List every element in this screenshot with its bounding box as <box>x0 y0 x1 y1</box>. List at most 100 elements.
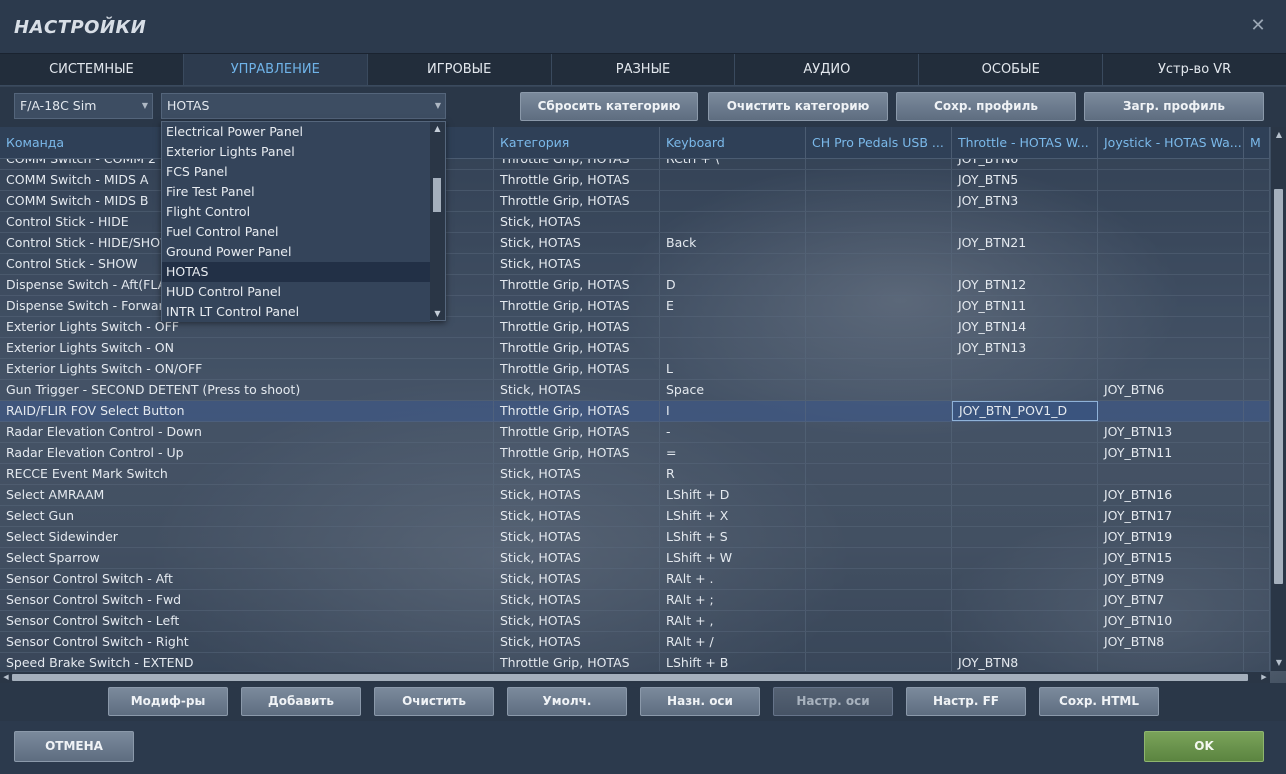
table-cell[interactable] <box>1244 380 1270 400</box>
grid-vertical-scrollbar[interactable]: ▲ ▼ <box>1270 127 1286 671</box>
table-cell[interactable] <box>1244 527 1270 547</box>
table-cell[interactable]: Stick, HOTAS <box>494 590 660 610</box>
table-cell[interactable]: LShift + X <box>660 506 806 526</box>
tab-5[interactable]: ОСОБЫЕ <box>919 54 1104 85</box>
table-cell[interactable]: RAlt + . <box>660 569 806 589</box>
action-button-0[interactable]: Модиф-ры <box>108 687 228 716</box>
action-button-4[interactable]: Назн. оси <box>640 687 760 716</box>
category-select[interactable]: HOTAS ▼ <box>161 93 446 119</box>
table-row[interactable]: RAID/FLIR FOV Select Button Throttle Grip… <box>0 401 1270 422</box>
table-cell[interactable] <box>806 569 952 589</box>
table-cell[interactable]: Stick, HOTAS <box>494 464 660 484</box>
table-cell[interactable] <box>806 485 952 505</box>
grid-horizontal-scrollbar[interactable]: ◀ ▶ <box>0 671 1270 683</box>
table-cell[interactable] <box>1244 611 1270 631</box>
table-cell[interactable] <box>1098 191 1244 211</box>
column-header[interactable]: Keyboard <box>660 127 806 159</box>
table-cell[interactable]: JOY_BTN13 <box>952 338 1098 358</box>
table-cell[interactable] <box>952 548 1098 568</box>
table-cell[interactable]: Stick, HOTAS <box>494 485 660 505</box>
column-header[interactable]: CH Pro Pedals USB ... <box>806 127 952 159</box>
table-cell[interactable] <box>1244 254 1270 274</box>
table-cell[interactable] <box>952 590 1098 610</box>
table-cell[interactable] <box>660 338 806 358</box>
tab-3[interactable]: РАЗНЫЕ <box>551 54 736 85</box>
table-cell[interactable] <box>806 359 952 379</box>
table-cell[interactable] <box>660 254 806 274</box>
dropdown-scrollbar[interactable]: ▲ ▼ <box>430 122 445 320</box>
table-cell[interactable] <box>1098 159 1244 169</box>
table-cell[interactable]: Stick, HOTAS <box>494 548 660 568</box>
tab-0[interactable]: СИСТЕМНЫЕ <box>0 54 184 85</box>
table-cell[interactable] <box>806 422 952 442</box>
scroll-down-icon[interactable]: ▼ <box>432 308 443 319</box>
aircraft-select[interactable]: F/A-18C Sim ▼ <box>14 93 153 119</box>
table-cell[interactable]: Throttle Grip, HOTAS <box>494 359 660 379</box>
table-cell[interactable]: Stick, HOTAS <box>494 212 660 232</box>
table-cell[interactable] <box>1244 170 1270 190</box>
table-row[interactable]: Select Sidewinder Stick, HOTAS LShift + S J… <box>0 527 1270 548</box>
table-cell[interactable]: JOY_BTN17 <box>1098 506 1244 526</box>
tab-2[interactable]: ИГРОВЫЕ <box>367 54 552 85</box>
table-cell[interactable] <box>1244 632 1270 652</box>
table-cell[interactable] <box>1098 338 1244 358</box>
table-cell[interactable]: Stick, HOTAS <box>494 632 660 652</box>
table-cell[interactable]: Stick, HOTAS <box>494 527 660 547</box>
action-button-3[interactable]: Умолч. <box>507 687 627 716</box>
table-cell[interactable] <box>806 443 952 463</box>
reset-category-button[interactable]: Сбросить категорию <box>520 92 698 121</box>
table-cell[interactable]: JOY_BTN16 <box>1098 485 1244 505</box>
dropdown-option[interactable]: HUD Control Panel <box>162 282 430 302</box>
table-cell[interactable] <box>1244 653 1270 671</box>
table-cell[interactable] <box>952 506 1098 526</box>
table-cell[interactable]: = <box>660 443 806 463</box>
table-cell[interactable] <box>1244 569 1270 589</box>
table-cell[interactable] <box>806 527 952 547</box>
table-cell[interactable] <box>1244 275 1270 295</box>
table-cell[interactable]: L <box>660 359 806 379</box>
table-cell[interactable]: RAlt + , <box>660 611 806 631</box>
action-button-7[interactable]: Сохр. HTML <box>1039 687 1159 716</box>
action-button-6[interactable]: Настр. FF <box>906 687 1026 716</box>
table-cell[interactable]: JOY_BTN6 <box>952 159 1098 169</box>
ok-button[interactable]: OK <box>1144 731 1264 762</box>
table-cell[interactable]: Throttle Grip, HOTAS <box>494 338 660 358</box>
table-row[interactable]: Radar Elevation Control - Down Throttle G… <box>0 422 1270 443</box>
dropdown-option[interactable]: Flight Control <box>162 202 430 222</box>
table-cell[interactable]: RAlt + / <box>660 632 806 652</box>
table-cell[interactable] <box>1098 401 1244 421</box>
cancel-button[interactable]: ОТМЕНА <box>14 731 134 762</box>
table-cell[interactable]: Throttle Grip, HOTAS <box>494 401 660 421</box>
table-cell[interactable] <box>806 590 952 610</box>
dropdown-option[interactable]: Electrical Power Panel <box>162 122 430 142</box>
table-cell[interactable] <box>1244 317 1270 337</box>
table-cell[interactable] <box>1244 159 1270 169</box>
table-cell[interactable] <box>806 506 952 526</box>
table-cell[interactable] <box>806 611 952 631</box>
table-cell[interactable] <box>806 170 952 190</box>
table-cell[interactable] <box>806 464 952 484</box>
table-cell[interactable]: Stick, HOTAS <box>494 380 660 400</box>
table-cell[interactable] <box>952 611 1098 631</box>
table-cell[interactable] <box>806 632 952 652</box>
table-cell[interactable]: JOY_BTN3 <box>952 191 1098 211</box>
table-cell[interactable]: JOY_BTN11 <box>1098 443 1244 463</box>
table-cell[interactable] <box>1098 254 1244 274</box>
table-cell[interactable] <box>952 212 1098 232</box>
table-cell[interactable]: RCtrl + \ <box>660 159 806 169</box>
table-cell[interactable]: JOY_BTN13 <box>1098 422 1244 442</box>
dropdown-option[interactable]: Fire Test Panel <box>162 182 430 202</box>
action-button-1[interactable]: Добавить <box>241 687 361 716</box>
table-cell[interactable] <box>952 464 1098 484</box>
table-cell[interactable]: JOY_BTN10 <box>1098 611 1244 631</box>
table-row[interactable]: Select AMRAAM Stick, HOTAS LShift + D JOY_B… <box>0 485 1270 506</box>
table-row[interactable]: Select Gun Stick, HOTAS LShift + X JOY_BTN1… <box>0 506 1270 527</box>
table-cell[interactable]: LShift + D <box>660 485 806 505</box>
table-cell[interactable]: Throttle Grip, HOTAS <box>494 159 660 169</box>
table-cell[interactable] <box>1098 296 1244 316</box>
table-cell[interactable] <box>1244 191 1270 211</box>
table-cell[interactable]: JOY_BTN9 <box>1098 569 1244 589</box>
table-row[interactable]: RECCE Event Mark Switch Stick, HOTAS R <box>0 464 1270 485</box>
table-row[interactable]: Exterior Lights Switch - ON Throttle Grip… <box>0 338 1270 359</box>
table-cell[interactable] <box>806 275 952 295</box>
